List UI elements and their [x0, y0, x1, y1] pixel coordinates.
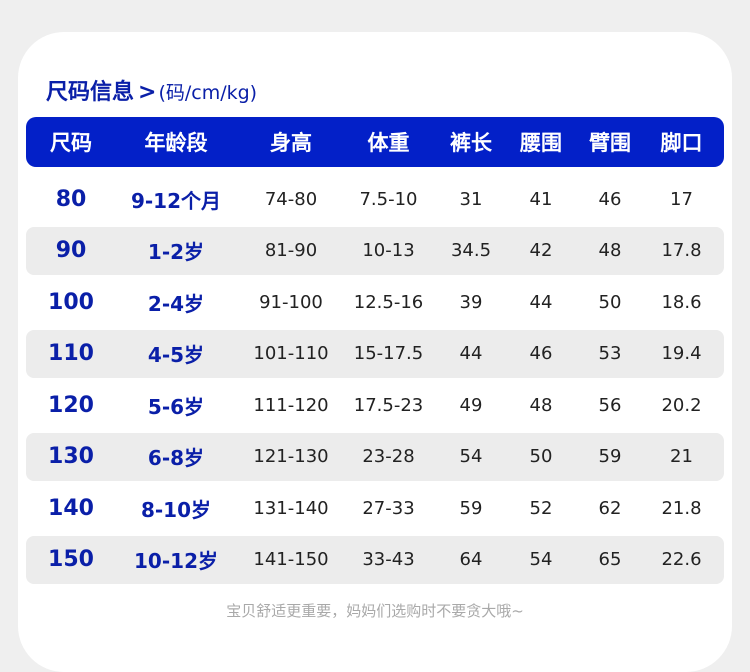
- cell-weight: 23-28: [362, 446, 415, 467]
- cell-size: 120: [48, 392, 94, 418]
- cell-arm: 46: [598, 188, 622, 210]
- cell-arm: 48: [598, 240, 622, 261]
- chevron-right-icon: >: [138, 80, 157, 105]
- cell-cuff: 17.8: [661, 240, 702, 261]
- cell-waist: 50: [529, 446, 553, 467]
- table-row: 100 2-4岁 91-100 12.5-16 39 44 50 18.6: [26, 278, 724, 326]
- cell-age: 1-2岁: [147, 240, 205, 264]
- cell-waist: 42: [529, 240, 553, 261]
- cell-pants-length: 49: [459, 394, 483, 416]
- cell-size: 80: [55, 186, 87, 212]
- cell-weight: 7.5-10: [359, 188, 418, 210]
- cell-height: 131-140: [253, 497, 329, 519]
- cell-cuff: 22.6: [661, 549, 702, 570]
- cell-arm: 59: [598, 446, 622, 467]
- cell-weight: 27-33: [362, 497, 415, 519]
- cell-age: 6-8岁: [147, 446, 205, 470]
- cell-arm: 62: [598, 497, 622, 519]
- table-row: 80 9-12个月 74-80 7.5-10 31 41 46 17: [26, 175, 724, 223]
- cell-weight: 33-43: [362, 549, 415, 570]
- header-cuff: 脚口: [660, 131, 703, 155]
- cell-height: 91-100: [259, 291, 323, 313]
- cell-arm: 56: [598, 394, 622, 416]
- cell-waist: 46: [529, 343, 553, 364]
- cell-age: 10-12岁: [134, 549, 218, 573]
- cell-height: 111-120: [253, 394, 329, 416]
- heading-unit: (码/cm/kg): [158, 82, 258, 104]
- header-arm: 臂围: [589, 131, 631, 155]
- header-height: 身高: [270, 131, 312, 155]
- cell-weight: 15-17.5: [353, 343, 424, 364]
- cell-pants-length: 34.5: [450, 240, 492, 261]
- cell-waist: 54: [529, 549, 553, 570]
- cell-height: 141-150: [253, 549, 329, 570]
- cell-cuff: 18.6: [661, 291, 702, 313]
- cell-height: 101-110: [253, 343, 329, 364]
- cell-size: 130: [48, 444, 94, 469]
- cell-age: 8-10岁: [140, 497, 212, 522]
- size-table: 尺码 年龄段 身高 体重 裤长 腰围 臂围 脚口 80 9-12个月 74-80…: [26, 117, 724, 587]
- cell-arm: 50: [598, 291, 622, 313]
- cell-waist: 44: [529, 291, 553, 313]
- header-pants-length: 裤长: [450, 131, 492, 155]
- cell-cuff: 19.4: [661, 343, 702, 364]
- cell-waist: 41: [529, 188, 553, 210]
- cell-pants-length: 64: [459, 549, 483, 570]
- cell-cuff: 20.2: [661, 394, 702, 416]
- cell-size: 90: [55, 238, 87, 263]
- cell-weight: 17.5-23: [353, 394, 424, 416]
- cell-height: 81-90: [264, 240, 318, 261]
- cell-pants-length: 44: [459, 343, 483, 364]
- cell-weight: 12.5-16: [353, 291, 424, 313]
- table-header: 尺码 年龄段 身高 体重 裤长 腰围 臂围 脚口: [26, 117, 724, 167]
- header-weight: 体重: [367, 131, 410, 155]
- cell-pants-length: 31: [459, 188, 483, 210]
- cell-cuff: 21.8: [661, 497, 702, 519]
- cell-size: 110: [48, 341, 94, 366]
- cell-age: 4-5岁: [147, 343, 205, 367]
- cell-size: 150: [48, 547, 94, 572]
- header-age: 年龄段: [144, 131, 208, 155]
- cell-height: 74-80: [264, 188, 318, 210]
- cell-waist: 52: [529, 497, 553, 519]
- cell-age: 5-6岁: [147, 394, 205, 419]
- cell-cuff: 17: [670, 188, 693, 210]
- cell-size: 140: [48, 495, 94, 521]
- cell-weight: 10-13: [362, 240, 415, 261]
- cell-height: 121-130: [253, 446, 329, 467]
- cell-pants-length: 54: [459, 446, 483, 467]
- header-waist: 腰围: [520, 131, 562, 155]
- cell-pants-length: 39: [459, 291, 483, 313]
- cell-waist: 48: [529, 394, 553, 416]
- cell-arm: 53: [598, 343, 622, 364]
- cell-arm: 65: [598, 549, 622, 570]
- cell-age: 2-4岁: [147, 291, 205, 316]
- size-info-heading: 尺码信息 > (码/cm/kg): [46, 74, 257, 108]
- table-row: 120 5-6岁 111-120 17.5-23 49 48 56 20.2: [26, 381, 724, 429]
- cell-pants-length: 59: [459, 497, 483, 519]
- table-row: 130 6-8岁 121-130 23-28 54 50 59 21: [26, 432, 724, 481]
- cell-size: 100: [48, 289, 94, 315]
- table-row: 140 8-10岁 131-140 27-33 59 52 62 21.8: [26, 484, 724, 532]
- header-size: 尺码: [50, 131, 92, 155]
- cell-age: 9-12个月: [130, 188, 222, 213]
- cell-cuff: 21: [670, 446, 693, 467]
- table-row: 150 10-12岁 141-150 33-43 64 54 65 22.6: [26, 535, 724, 584]
- table-row: 110 4-5岁 101-110 15-17.5 44 46 53 19.4: [26, 329, 724, 378]
- heading-title: 尺码信息: [46, 80, 135, 105]
- footer-note: 宝贝舒适更重要，妈妈们选购时不要贪大哦~: [226, 602, 524, 620]
- table-row: 90 1-2岁 81-90 10-13 34.5 42 48 17.8: [26, 226, 724, 275]
